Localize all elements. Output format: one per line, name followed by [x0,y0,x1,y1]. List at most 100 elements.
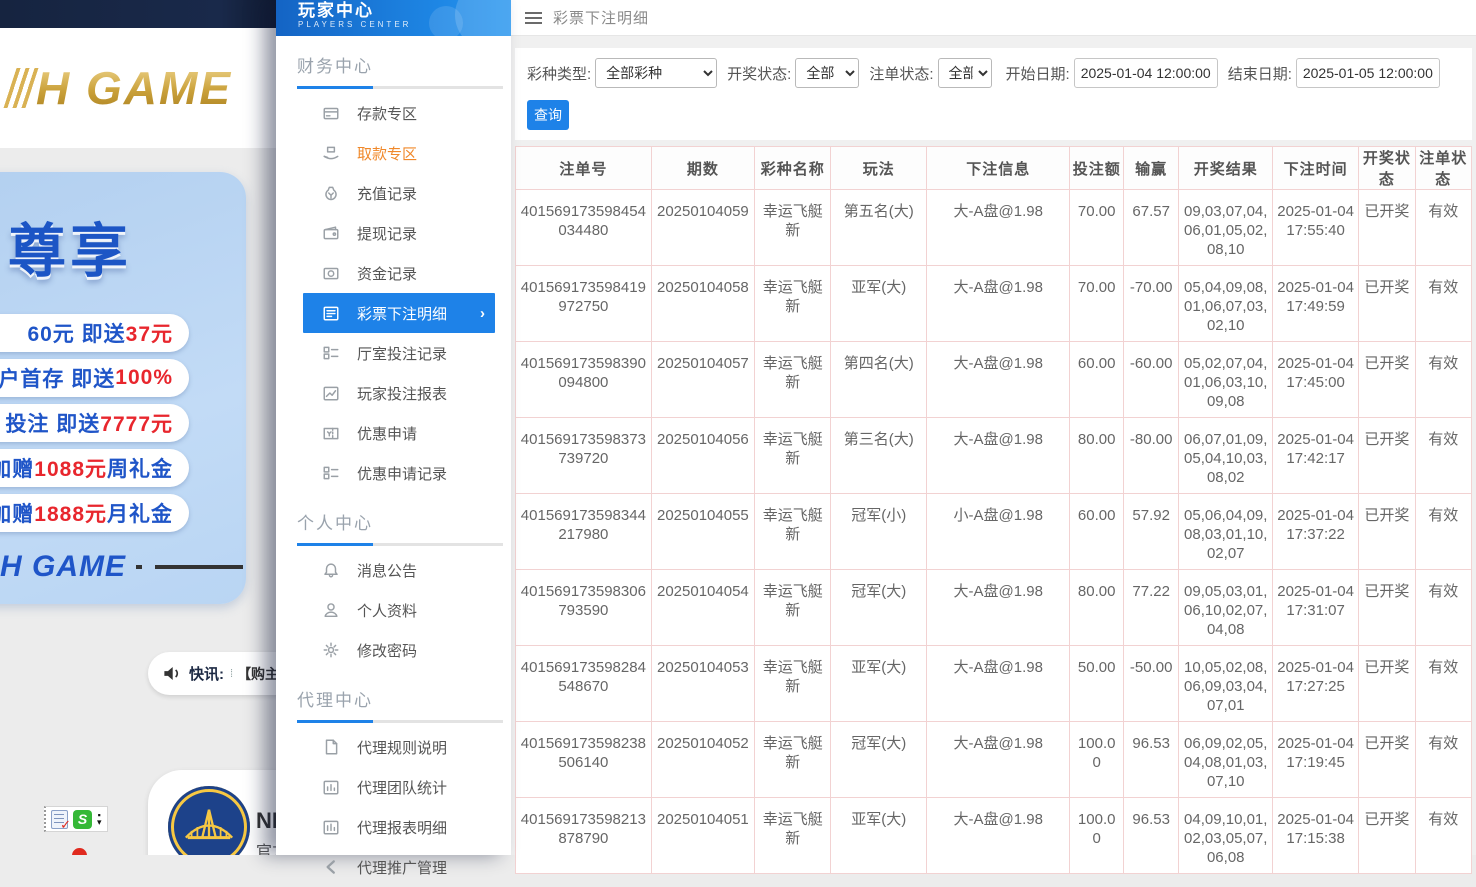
table-cell: 已开奖 [1359,190,1415,266]
table-cell: 06,09,02,05,04,08,01,03,07,10 [1179,722,1273,798]
promo-pill-text: 7777元 [100,408,173,438]
table-cell: 大-A盘@1.98 [927,418,1070,494]
sidebar-item-hall-record[interactable]: 厅室投注记录 [276,333,511,373]
sidebar-item-gear[interactable]: 修改密码 [276,630,511,670]
table-cell: 57.92 [1123,494,1178,570]
table-cell: 已开奖 [1359,570,1415,646]
table-cell: 20250104051 [651,798,754,874]
sidebar-item-team-stats[interactable]: 代理团队统计 [276,767,511,807]
sidebar-item-funds[interactable]: 资金记录 [276,253,511,293]
ticker-separator: ⁞ [230,668,231,680]
promo-pill: 天加赠1888元月礼金 [0,494,189,532]
table-cell: 20250104055 [651,494,754,570]
table-row: 40156917359834421798020250104055幸运飞艇新冠军(… [516,494,1472,570]
table-cell: 幸运飞艇新 [754,722,830,798]
nba-card[interactable]: NBA 官方 [148,770,276,855]
sidebar-item-user[interactable]: 个人资料 [276,590,511,630]
start-date-input[interactable] [1074,58,1218,88]
sidebar-item-bet-list[interactable]: 彩票下注明细› [303,293,495,333]
sidebar-item-coupon-record[interactable]: 优惠申请记录 [276,453,511,493]
promo-pill-text: 月礼金 [107,498,173,528]
table-row: 40156917359830679359020250104054幸运飞艇新冠军(… [516,570,1472,646]
sidebar-item-share[interactable]: 代理推广管理 [276,847,511,887]
lottery-type-select[interactable]: 全部彩种 [595,58,717,88]
table-cell: 第三名(大) [831,418,927,494]
doc-icon [322,738,340,756]
table-cell: 已开奖 [1359,418,1415,494]
sidebar-item-report-chart[interactable]: 玩家投注报表 [276,373,511,413]
table-cell: 401569173598306793590 [516,570,652,646]
table-cell: 80.00 [1070,418,1124,494]
news-ticker[interactable]: 快讯: ⁞ 【购主 [148,652,276,695]
table-cell: 100.00 [1070,722,1124,798]
sidebar-item-coupon[interactable]: 优惠申请 [276,413,511,453]
table-cell: 冠军(大) [831,722,927,798]
table-row: 40156917359841997275020250104058幸运飞艇新亚军(… [516,266,1472,342]
collapse-icon[interactable]: ▪▾ [97,812,102,826]
filter-panel: 彩种类型: 全部彩种 开奖状态: 全部 注单状态: 全部 开始日期: 结束日期:… [515,48,1472,140]
table-cell: 冠军(小) [831,494,927,570]
promo-pill-text: 100% [115,366,173,390]
sidebar-item-label: 厅室投注记录 [357,343,447,364]
query-button[interactable]: 查询 [527,100,569,130]
main-panel: 彩票下注明细 彩种类型: 全部彩种 开奖状态: 全部 注单状态: 全部 开始日期… [511,0,1476,855]
promo-headline: 尊享 [8,204,246,288]
notes-icon[interactable] [51,810,68,829]
sidebar-item-label: 资金记录 [357,263,417,284]
table-cell: 401569173598419972750 [516,266,652,342]
sidebar-item-moneybag[interactable]: 充值记录 [276,173,511,213]
table-cell: 幸运飞艇新 [754,418,830,494]
sogou-input-icon[interactable]: S [73,810,92,829]
table-cell: 大-A盘@1.98 [927,342,1070,418]
table-cell: 有效 [1415,570,1471,646]
bets-table: 注单号期数彩种名称玩法下注信息投注额输赢开奖结果下注时间开奖状态注单状态 401… [515,146,1472,874]
table-cell: 大-A盘@1.98 [927,266,1070,342]
share-icon [322,858,340,876]
promo-pill-text: 60元 即送 [27,318,125,348]
column-header: 开奖状态 [1359,147,1415,190]
table-cell: 20250104056 [651,418,754,494]
top-navy-bar [0,0,276,28]
order-status-select[interactable]: 全部 [938,58,992,88]
sidebar-subtitle: PLAYERS CENTER [298,20,511,29]
sidebar-item-label: 代理报表明细 [357,817,447,838]
ime-toolbar[interactable]: S ▪▾ [44,806,108,832]
nba-card-subtitle: 官方 [256,838,276,855]
sidebar: 玩家中心 PLAYERS CENTER 财务中心存款专区取款专区充值记录提现记录… [276,0,511,855]
table-cell: 幸运飞艇新 [754,646,830,722]
start-date-label: 开始日期: [1006,63,1070,84]
order-status-label: 注单状态: [869,63,933,84]
column-header: 玩法 [831,147,927,190]
sidebar-item-bell[interactable]: 消息公告 [276,550,511,590]
sidebar-item-card[interactable]: 存款专区 [276,93,511,133]
table-cell: 20250104058 [651,266,754,342]
sidebar-item-doc[interactable]: 代理规则说明 [276,727,511,767]
table-cell: 幸运飞艇新 [754,266,830,342]
sidebar-item-wallet[interactable]: 提现记录 [276,213,511,253]
sidebar-title: 玩家中心 [298,1,511,20]
column-header: 注单号 [516,147,652,190]
table-row: 40156917359823850614020250104052幸运飞艇新冠军(… [516,722,1472,798]
main-header: 彩票下注明细 [511,0,1476,36]
table-cell: 80.00 [1070,570,1124,646]
sidebar-item-label: 代理推广管理 [357,857,447,878]
table-cell: 有效 [1415,798,1471,874]
sidebar-item-hand-money[interactable]: 取款专区 [276,133,511,173]
end-date-input[interactable] [1296,58,1440,88]
table-cell: 有效 [1415,494,1471,570]
table-cell: 有效 [1415,342,1471,418]
hamburger-menu-icon[interactable] [525,12,542,24]
table-cell: 401569173598213878790 [516,798,652,874]
promo-pill-text: 37元 [126,318,173,348]
sidebar-item-label: 优惠申请 [357,423,417,444]
coupon-record-icon [322,464,340,482]
end-date-label: 结束日期: [1228,63,1292,84]
table-cell: 幸运飞艇新 [754,494,830,570]
table-cell: 已开奖 [1359,798,1415,874]
sidebar-item-label: 代理团队统计 [357,777,447,798]
promo-pill: 60元 即送37元 [0,314,189,352]
draw-status-select[interactable]: 全部 [795,58,859,88]
table-cell: 有效 [1415,266,1471,342]
sidebar-item-report-detail[interactable]: 代理报表明细 [276,807,511,847]
section-title: 代理中心 [276,670,511,720]
